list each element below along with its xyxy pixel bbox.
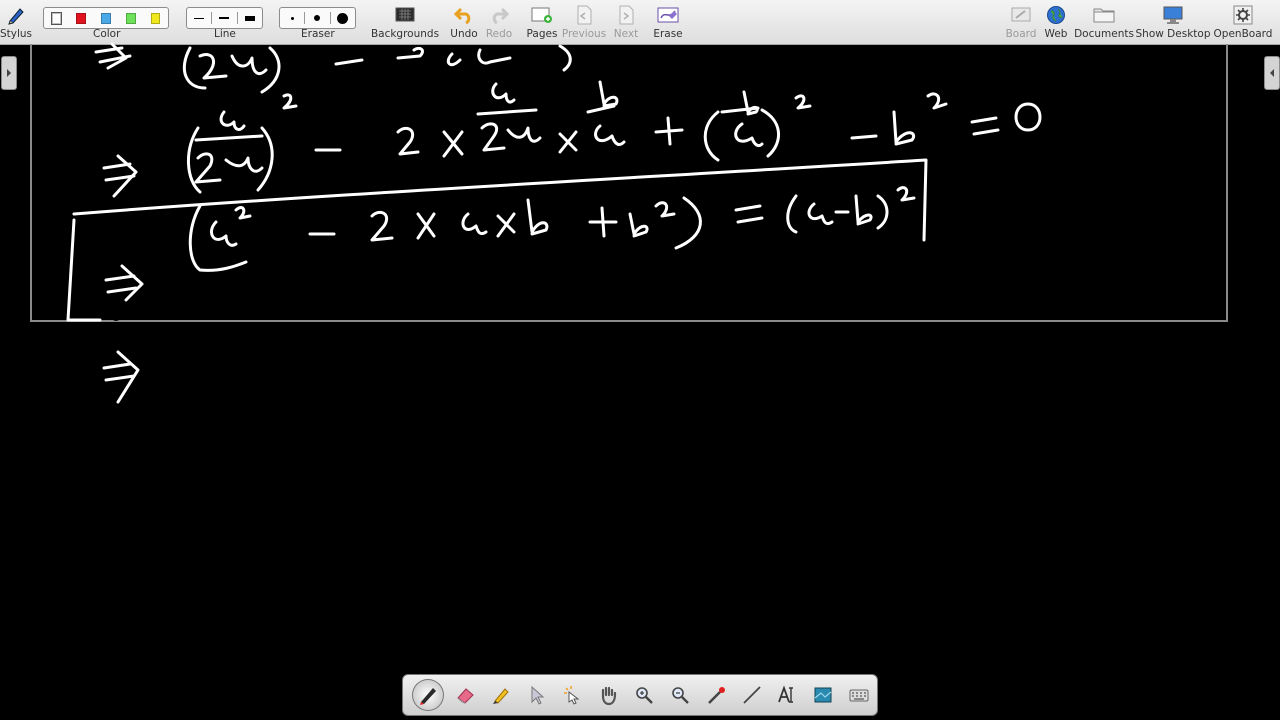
- zoom-in-icon: [636, 687, 653, 704]
- ink-line-equation: [102, 80, 1042, 198]
- handwritten-ink-canvas[interactable]: [0, 0, 1280, 720]
- ink-line-identity: [188, 186, 916, 272]
- laser-pointer-icon: [707, 687, 725, 704]
- stylus-palette: [402, 674, 878, 716]
- pen-tool[interactable]: [412, 679, 444, 711]
- hand-icon: [602, 686, 617, 706]
- zoom-out-icon: [672, 687, 689, 704]
- pen-icon: [419, 688, 436, 705]
- interact-icon: [564, 686, 580, 705]
- interact-tool[interactable]: [554, 677, 590, 713]
- capture-icon: [814, 687, 832, 703]
- keyboard-tool[interactable]: [841, 677, 877, 713]
- selector-icon: [531, 685, 545, 705]
- keyboard-icon: [849, 689, 869, 702]
- zoom-out-tool[interactable]: [662, 677, 698, 713]
- ink-implies-marks: [102, 264, 144, 404]
- hand-tool[interactable]: [590, 677, 626, 713]
- eraser-icon: [457, 688, 474, 704]
- selector-tool[interactable]: [519, 677, 555, 713]
- text-icon: [778, 685, 794, 703]
- line-tool[interactable]: [734, 677, 770, 713]
- zoom-in-tool[interactable]: [626, 677, 662, 713]
- ink-line-top: [94, 42, 572, 94]
- line-icon: [742, 686, 761, 704]
- eraser-tool[interactable]: [447, 677, 483, 713]
- ink-box-annotation: [66, 158, 928, 322]
- marker-tool[interactable]: [483, 677, 519, 713]
- capture-tool[interactable]: [805, 677, 841, 713]
- text-tool[interactable]: [769, 677, 805, 713]
- laser-pointer-tool[interactable]: [698, 677, 734, 713]
- marker-icon: [492, 688, 509, 704]
